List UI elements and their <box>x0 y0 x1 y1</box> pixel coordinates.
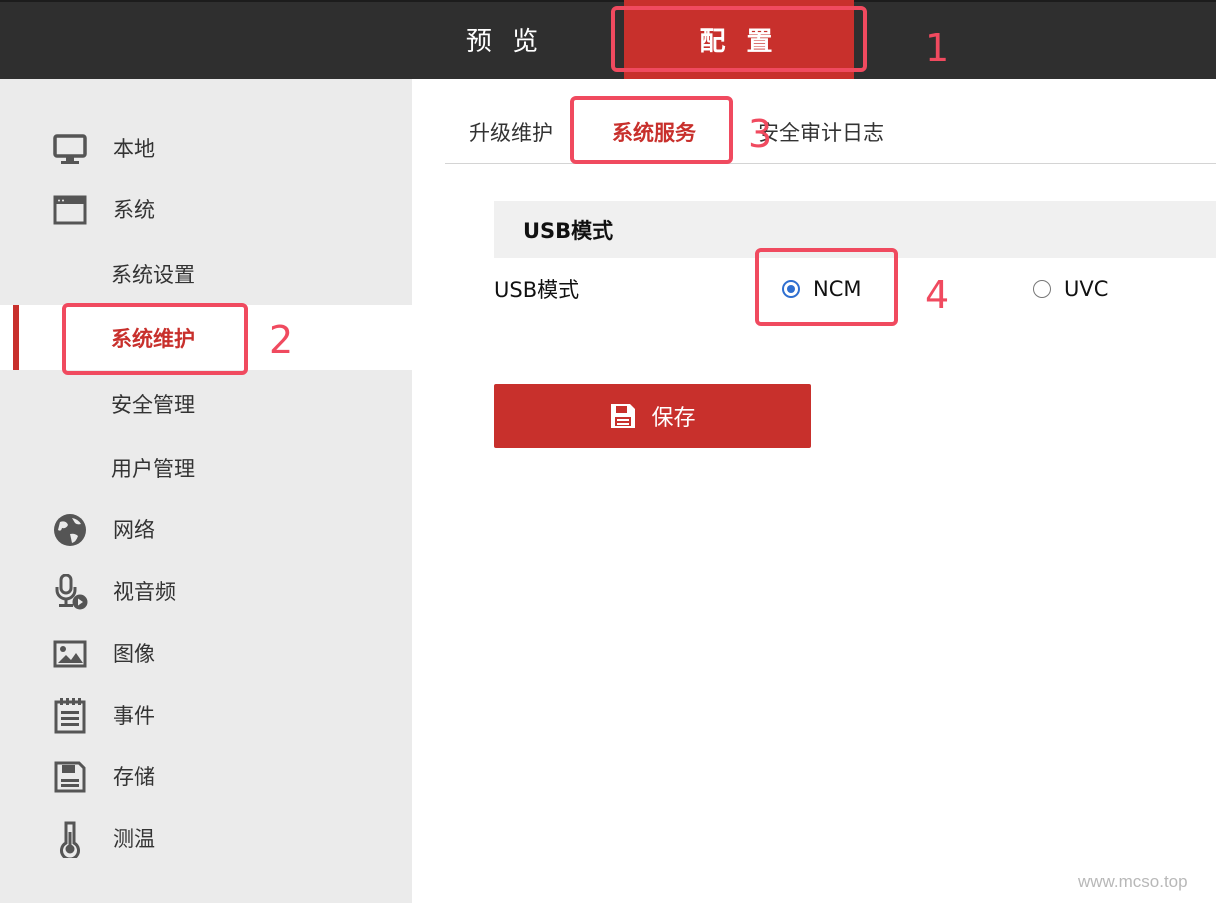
top-edge <box>0 0 1216 2</box>
thermometer-icon <box>52 821 88 858</box>
sidebar-item-label: 安全管理 <box>111 393 195 417</box>
floppy-icon <box>609 402 637 430</box>
sidebar-item-network[interactable]: 网络 <box>0 498 412 560</box>
sidebar-item-storage[interactable]: 存储 <box>0 745 412 807</box>
annotation-box-1 <box>611 6 867 72</box>
sidebar-item-system[interactable]: 系统 <box>0 178 412 240</box>
sidebar-item-label: 本地 <box>113 137 155 161</box>
sidebar: 本地 系统 系统设置 系统维护 安全管理 用户管理 网络 视音频 图像 事件 存… <box>0 79 412 903</box>
tab-preview[interactable]: 预 览 <box>440 0 570 79</box>
annotation-number-1: 1 <box>925 26 950 70</box>
monitor-icon <box>52 131 88 167</box>
top-navigation: 预 览 配 置 <box>0 0 1216 79</box>
annotation-number-2: 2 <box>269 318 294 362</box>
sidebar-item-label: 事件 <box>113 704 155 728</box>
sidebar-item-image[interactable]: 图像 <box>0 622 412 684</box>
tab-upgrade-maintenance[interactable]: 升级维护 <box>469 117 553 147</box>
floppy-icon <box>52 759 88 795</box>
annotation-number-3: 3 <box>748 112 773 156</box>
sidebar-item-label: 测温 <box>113 827 155 851</box>
globe-icon <box>52 512 88 548</box>
sub-tabs: 升级维护 系统服务 安全审计日志 <box>445 79 1216 164</box>
radio-label: UVC <box>1064 277 1109 301</box>
sidebar-item-label: 用户管理 <box>111 457 195 481</box>
sidebar-item-user-management[interactable]: 用户管理 <box>0 437 412 499</box>
annotation-box-3 <box>570 96 733 164</box>
save-button[interactable]: 保存 <box>494 384 811 448</box>
section-title: USB模式 <box>523 218 614 243</box>
sidebar-item-local[interactable]: 本地 <box>0 117 412 179</box>
sidebar-item-label: 系统 <box>113 198 155 222</box>
sidebar-item-system-settings[interactable]: 系统设置 <box>0 243 412 305</box>
watermark: www.mcso.top <box>1078 872 1188 891</box>
image-icon <box>52 636 88 672</box>
sidebar-item-label: 图像 <box>113 642 155 666</box>
sidebar-item-temperature[interactable]: 测温 <box>0 807 412 869</box>
sidebar-item-audio-video[interactable]: 视音频 <box>0 560 412 622</box>
radio-uvc[interactable]: UVC <box>1033 277 1108 301</box>
sidebar-item-security-management[interactable]: 安全管理 <box>0 373 412 435</box>
radio-dot[interactable] <box>1033 280 1051 298</box>
sidebar-item-label: 系统设置 <box>111 263 195 287</box>
save-button-label: 保存 <box>651 406 696 431</box>
sidebar-item-label: 存储 <box>113 765 155 789</box>
annotation-box-4 <box>755 248 898 326</box>
sidebar-item-event[interactable]: 事件 <box>0 684 412 746</box>
microphone-icon <box>52 574 88 610</box>
notepad-icon <box>52 698 88 734</box>
tab-security-audit-log[interactable]: 安全审计日志 <box>758 117 884 147</box>
sidebar-item-label: 视音频 <box>113 580 176 604</box>
active-indicator <box>13 305 19 370</box>
usb-mode-label: USB模式 <box>494 278 580 302</box>
annotation-box-2 <box>62 303 248 375</box>
window-icon <box>52 192 88 228</box>
sidebar-item-label: 网络 <box>113 518 155 542</box>
annotation-number-4: 4 <box>925 273 950 317</box>
